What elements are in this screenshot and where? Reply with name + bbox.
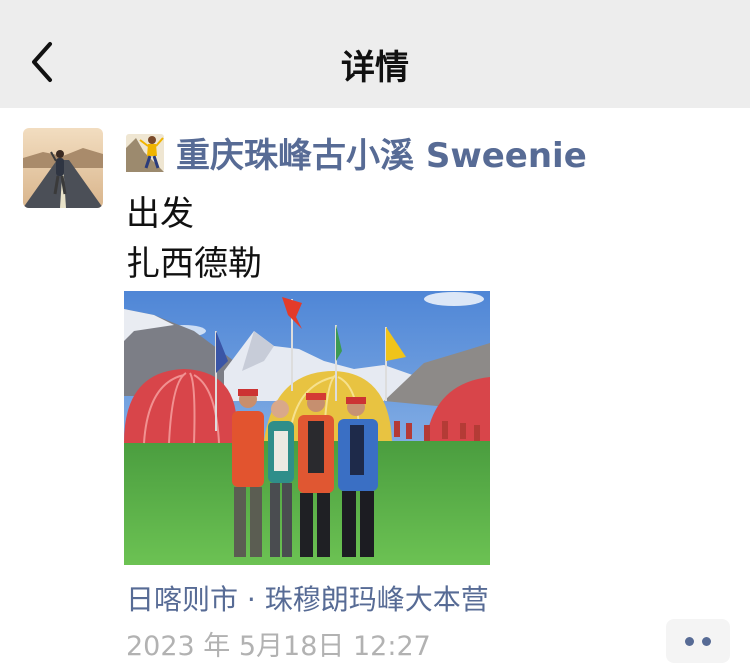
more-dots-icon — [702, 636, 711, 646]
post-text-line-2: 扎西德勒 — [126, 244, 262, 284]
more-dots-icon — [685, 636, 694, 646]
more-actions-button[interactable] — [666, 619, 730, 663]
climber-badge-icon — [126, 134, 164, 172]
post-text-line-1: 出发 — [126, 194, 194, 234]
post-header: 重庆珠峰古小溪 Sweenie — [126, 128, 587, 176]
location-link[interactable]: 日喀则市 · 珠穆朗玛峰大本营 — [126, 578, 489, 618]
everest-base-camp-photo — [124, 291, 490, 565]
top-navigation-bar: 详情 — [0, 0, 750, 108]
post-photo[interactable] — [124, 291, 490, 565]
post-timestamp: 2023 年 5月18日 12:27 — [126, 631, 431, 662]
username-link[interactable]: 重庆珠峰古小溪 Sweenie — [176, 128, 587, 177]
avatar[interactable] — [23, 128, 103, 208]
page-title: 详情 — [341, 48, 409, 88]
